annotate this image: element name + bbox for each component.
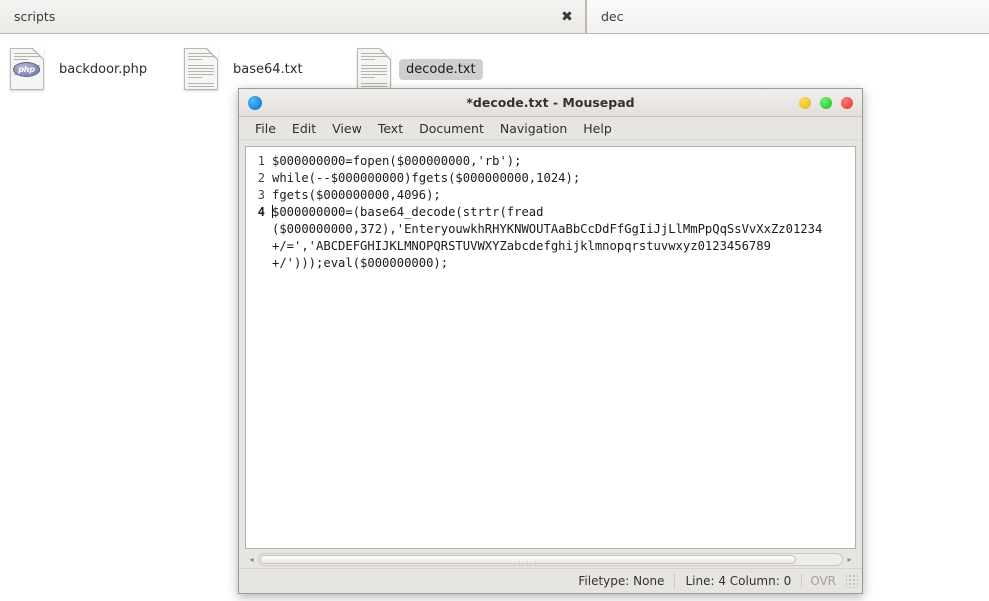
tab-dec-label: dec: [601, 9, 624, 24]
file-item-base64-txt[interactable]: base64.txt: [184, 48, 310, 90]
file-label-decode-txt: decode.txt: [399, 58, 483, 80]
mousepad-titlebar[interactable]: *decode.txt - Mousepad: [239, 89, 862, 117]
minimize-button[interactable]: [799, 96, 811, 109]
close-icon[interactable]: ✖: [559, 9, 575, 25]
mousepad-statusbar: Filetype: None Line: 4 Column: 0 OVR: [239, 568, 862, 593]
status-filetype[interactable]: Filetype: None: [568, 573, 674, 589]
scroll-left-icon[interactable]: ◂: [245, 553, 258, 566]
mousepad-menubar: File Edit View Text Document Navigation …: [239, 117, 862, 140]
line-number: 2: [257, 171, 265, 185]
scrollbar-thumb[interactable]: ⋮⋮⋮: [260, 555, 797, 566]
resize-grip[interactable]: [846, 574, 858, 588]
tab-scripts-label: scripts: [14, 9, 56, 24]
line-number: 3: [257, 188, 265, 202]
code-text[interactable]: $000000000=fopen($000000000,'rb'); while…: [268, 147, 855, 548]
tab-dec[interactable]: dec: [586, 0, 989, 33]
menu-edit[interactable]: Edit: [284, 119, 324, 138]
file-label-base64-txt: base64.txt: [233, 61, 303, 77]
file-label-backdoor-php: backdoor.php: [59, 61, 148, 77]
line-number-gutter: 1 2 3 4 0 0 0: [246, 147, 268, 548]
line-number-current: 4: [257, 205, 265, 219]
status-cursor-position: Line: 4 Column: 0: [674, 573, 801, 589]
code-line-4: $000000000=(base64_decode(strtr(fread ($…: [272, 205, 823, 270]
scrollbar-track[interactable]: ⋮⋮⋮: [258, 553, 843, 566]
text-file-icon: [357, 48, 391, 90]
file-item-backdoor-php[interactable]: php backdoor.php: [10, 48, 154, 90]
editor-area[interactable]: 1 2 3 4 0 0 0 $000000000=fopen($00000000…: [245, 146, 856, 549]
menu-view[interactable]: View: [324, 119, 370, 138]
menu-document[interactable]: Document: [411, 119, 492, 138]
close-button[interactable]: [841, 96, 853, 109]
code-line-1: $000000000=fopen($000000000,'rb');: [272, 154, 522, 168]
tab-scripts[interactable]: scripts ✖: [0, 0, 586, 33]
horizontal-scrollbar[interactable]: ◂ ⋮⋮⋮ ▸: [245, 551, 856, 568]
menu-navigation[interactable]: Navigation: [492, 119, 575, 138]
status-overwrite-mode[interactable]: OVR: [801, 574, 844, 588]
line-number: 1: [257, 154, 265, 168]
text-file-icon: [184, 48, 218, 90]
scrollbar-grip-icon: ⋮⋮⋮: [516, 560, 541, 566]
file-manager-tabbar: scripts ✖ dec: [0, 0, 989, 34]
window-title: *decode.txt - Mousepad: [466, 95, 635, 110]
php-file-icon: php: [10, 48, 44, 90]
menu-help[interactable]: Help: [575, 119, 620, 138]
menu-file[interactable]: File: [247, 119, 284, 138]
code-line-3: fgets($000000000,4096);: [272, 188, 441, 202]
scroll-right-icon[interactable]: ▸: [843, 553, 856, 566]
code-line-2: while(--$000000000)fgets($000000000,1024…: [272, 171, 581, 185]
mousepad-icon: [248, 95, 262, 110]
php-badge-label: php: [13, 62, 40, 77]
file-item-decode-txt[interactable]: decode.txt: [357, 48, 483, 90]
mousepad-window: *decode.txt - Mousepad File Edit View Te…: [238, 88, 863, 594]
maximize-button[interactable]: [820, 96, 832, 109]
menu-text[interactable]: Text: [370, 119, 411, 138]
